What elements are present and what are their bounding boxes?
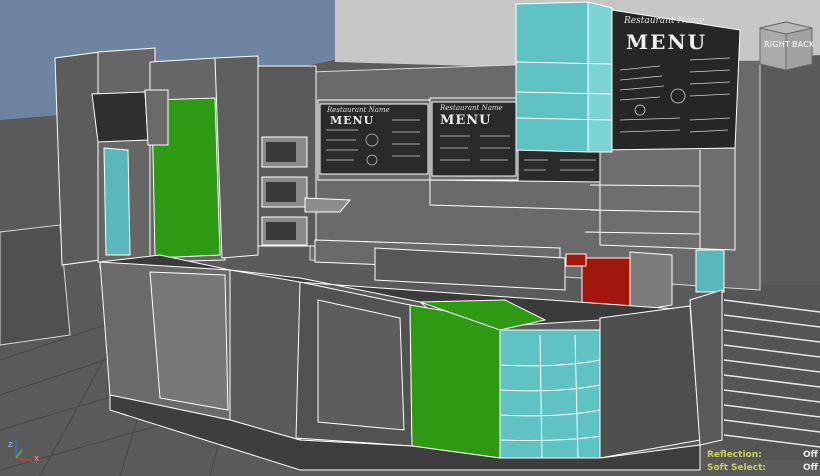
hud-soft-select-value: Off [803, 463, 818, 473]
counter-mid-left [229, 269, 301, 441]
menu-board-menu-large: MENU [626, 30, 708, 54]
right-glass-box [695, 249, 725, 293]
small-menu-board [91, 91, 149, 143]
axis-gizmo: z x [8, 436, 44, 466]
menu-board-title-1: Restaurant Name [327, 106, 390, 114]
green-counter-panel [409, 304, 501, 459]
right-panel-wall [722, 285, 820, 460]
menu-board-3 [517, 149, 604, 183]
view-cube[interactable]: RIGHT BACK [758, 20, 814, 72]
menu-board-title-2: Restaurant Name [440, 104, 503, 112]
axis-z-label: z [8, 440, 13, 450]
view-cube-back-face[interactable]: BACK [792, 40, 814, 49]
hud-soft-select-label: Soft Select: [707, 463, 767, 473]
microwave-ovens [261, 136, 308, 246]
view-cube-right-face[interactable]: RIGHT [764, 40, 790, 49]
menu-board-menu-2: MENU [440, 113, 492, 128]
3d-viewport[interactable]: Restaurant Name MENU Restaurant Name MEN… [0, 0, 820, 476]
hud-soft-select-row: Soft Select: Off [707, 463, 818, 473]
hud-reflection-value: Off [803, 450, 818, 460]
oven-column [214, 55, 259, 259]
tall-cabinet-left [54, 51, 101, 266]
left-low-wall [0, 224, 71, 346]
axis-x-label: x [34, 454, 40, 464]
menu-board-title-large: Restaurant Name [624, 16, 705, 26]
right-shelving [599, 147, 736, 251]
left-glass-column [103, 147, 131, 256]
menu-shelf [429, 179, 601, 211]
menu-board-menu-1: MENU [330, 114, 375, 127]
counter-right-section [599, 305, 701, 459]
hud-reflection-row: Reflection: Off [707, 450, 818, 460]
hud-reflection-label: Reflection: [707, 450, 762, 460]
kitchen-counter-scene[interactable] [0, 0, 820, 476]
